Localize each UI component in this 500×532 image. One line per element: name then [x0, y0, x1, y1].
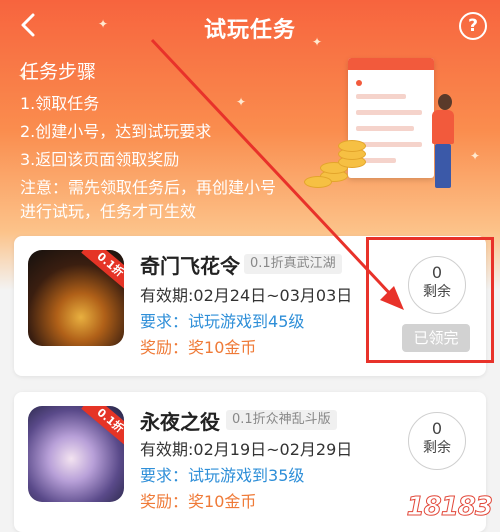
- step-item-3: 3.返回该页面领取奖励: [20, 150, 180, 169]
- validity-row: 有效期:02月24日~03月03日: [140, 282, 352, 306]
- question-circle-icon: ?: [468, 16, 478, 36]
- requirement-value: 试玩游戏到35级: [188, 466, 305, 485]
- step-item-1: 1.领取任务: [20, 94, 100, 113]
- step-item-2: 2.创建小号，达到试玩要求: [20, 122, 212, 141]
- requirement-value: 试玩游戏到45级: [188, 312, 305, 331]
- help-button[interactable]: ?: [459, 12, 487, 40]
- remaining-counter: 0 剩余: [408, 412, 466, 470]
- requirement-label: 要求：: [140, 466, 189, 485]
- validity-row: 有效期:02月19日~02月29日: [140, 436, 352, 460]
- sparkle-icon: ✦: [236, 95, 247, 109]
- reward-value: 奖10金币: [188, 492, 257, 511]
- page-title: 试玩任务: [203, 18, 296, 43]
- discount-ribbon: 0.1折: [81, 250, 124, 292]
- validity-value: 02月24日~03月03日: [193, 286, 353, 305]
- reward-label: 奖励：: [140, 492, 189, 511]
- requirement-row: 要求：试玩游戏到45级: [140, 308, 304, 332]
- task-illustration: [300, 52, 500, 212]
- game-name: 永夜之役: [140, 410, 220, 434]
- reward-row: 奖励：奖10金币: [140, 488, 256, 512]
- note-line-2: 进行试玩，任务才可生效: [20, 202, 197, 221]
- requirement-label: 要求：: [140, 312, 189, 331]
- reward-row: 奖励：奖10金币: [140, 334, 256, 358]
- game-icon[interactable]: 0.1折: [28, 406, 124, 502]
- note-line-1: 注意：需先领取任务后，再创建小号: [20, 178, 277, 197]
- person-icon: [438, 94, 452, 110]
- discount-ribbon: 0.1折: [81, 406, 124, 448]
- game-tag: 0.1折众神乱斗版: [226, 410, 337, 430]
- validity-value: 02月19日~02月29日: [193, 440, 353, 459]
- validity-label: 有效期:: [140, 440, 194, 459]
- game-tag: 0.1折真武江湖: [244, 254, 342, 274]
- remaining-count: 0: [431, 419, 443, 438]
- validity-label: 有效期:: [140, 286, 194, 305]
- requirement-row: 要求：试玩游戏到35级: [140, 462, 304, 486]
- highlight-box: [366, 237, 494, 363]
- reward-value: 奖10金币: [188, 338, 257, 357]
- game-name: 奇门飞花令: [140, 254, 240, 278]
- reward-label: 奖励：: [140, 338, 189, 357]
- game-icon[interactable]: 0.1折: [28, 250, 124, 346]
- steps-title: 任务步骤: [20, 61, 97, 83]
- remaining-label: 剩余: [423, 440, 451, 456]
- watermark-logo: 18183: [406, 492, 493, 523]
